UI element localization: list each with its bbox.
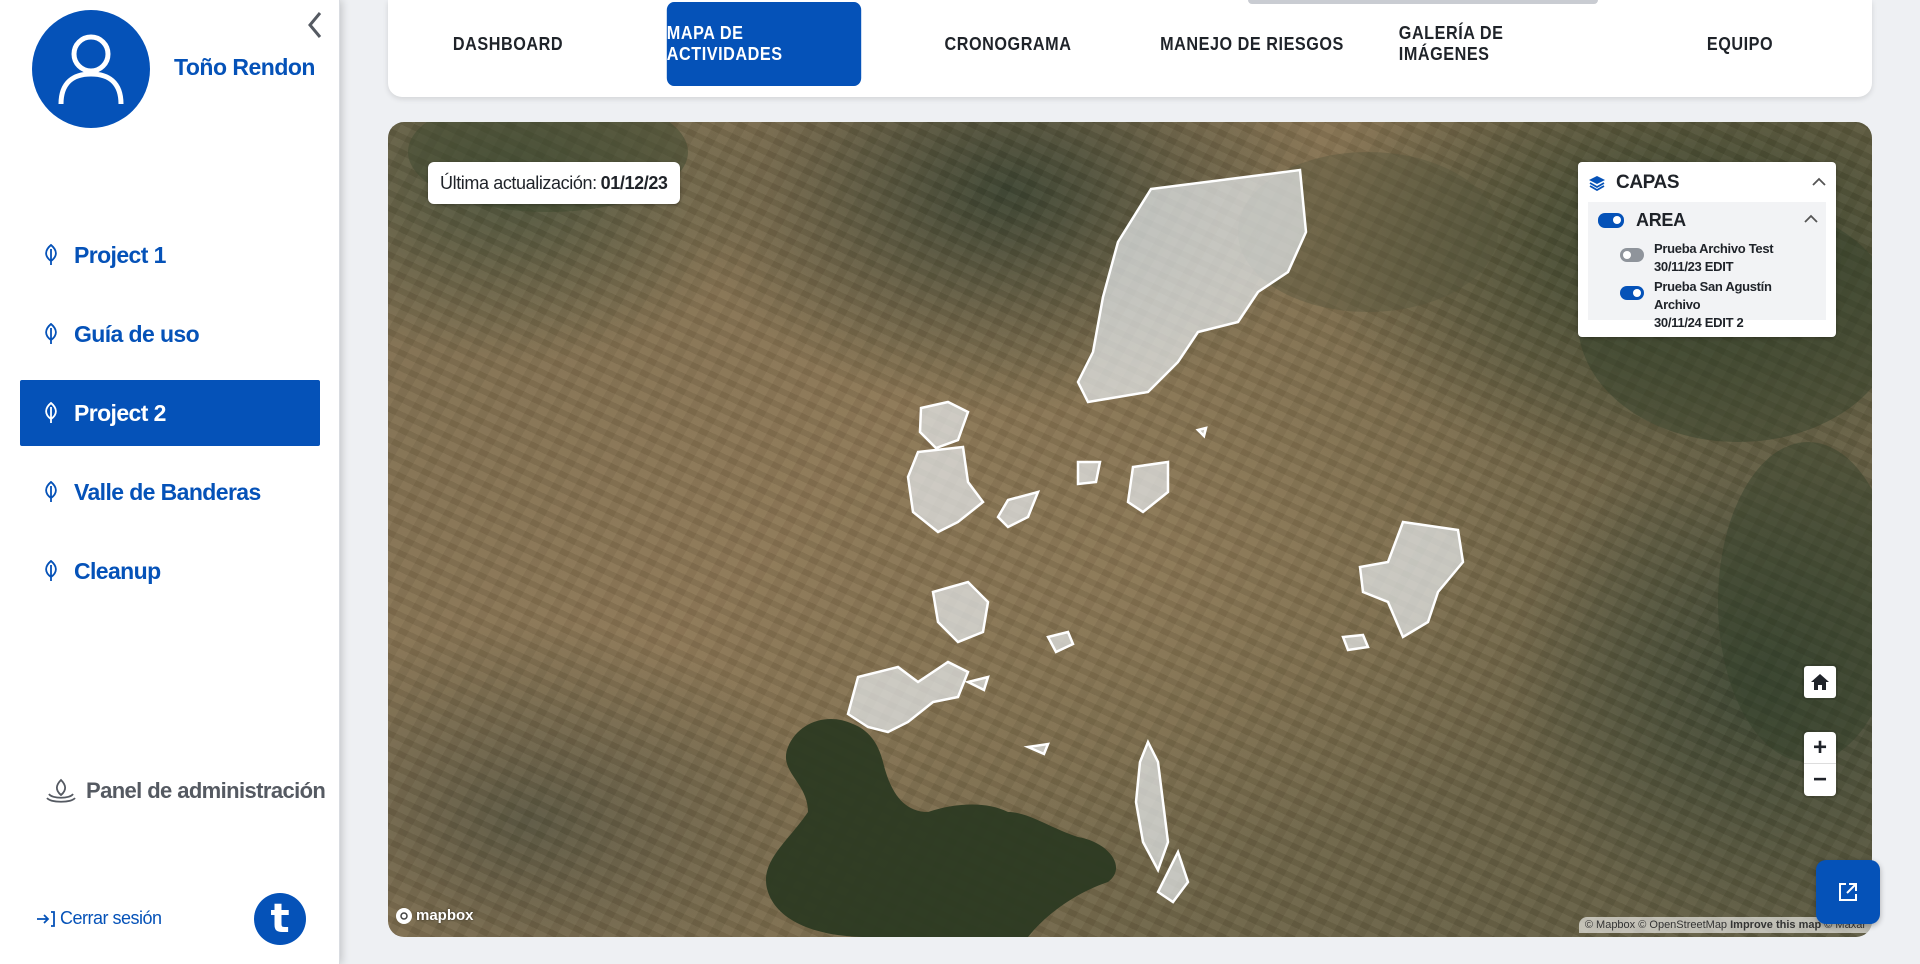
open-external-button[interactable]	[1816, 860, 1880, 924]
sidebar-item-valle-de-banderas[interactable]: Valle de Banderas	[20, 459, 320, 525]
polygon-small-3	[1023, 742, 1050, 756]
sidebar-item-label: Project 2	[74, 399, 166, 426]
area-group-header: AREA	[1598, 208, 1818, 232]
polygon-north-large	[1076, 168, 1308, 404]
layers-icon	[1589, 176, 1605, 191]
admin-icon	[46, 778, 76, 803]
tab-equipo[interactable]: EQUIPO	[1643, 2, 1837, 86]
layer-label: Prueba Archivo Test 30/11/23 EDIT	[1654, 240, 1774, 276]
admin-panel-link[interactable]: Panel de administración	[46, 778, 326, 804]
home-icon	[1811, 674, 1829, 690]
layers-title: CAPAS	[1616, 172, 1680, 193]
zoom-controls: + −	[1804, 732, 1836, 796]
area-group-toggle[interactable]	[1598, 212, 1624, 228]
layer-name: Prueba Archivo Test	[1654, 241, 1774, 256]
leaf-icon	[42, 480, 62, 504]
polygon-center-6	[931, 580, 990, 644]
sidebar-item-project-2[interactable]: Project 2	[20, 380, 320, 446]
tab-dashboard[interactable]: DASHBOARD	[411, 2, 605, 86]
attribution-improve[interactable]: Improve this map	[1730, 919, 1821, 931]
mapbox-logo[interactable]: mapbox	[396, 907, 474, 924]
tab-mapa-de-actividades[interactable]: MAPA DE ACTIVIDADES	[666, 2, 862, 86]
tab-bar: DASHBOARD MAPA DE ACTIVIDADES CRONOGRAMA…	[388, 0, 1872, 97]
layer-label: Prueba San Agustín Archivo 30/11/24 EDIT…	[1654, 278, 1818, 332]
sidebar-item-project-1[interactable]: Project 1	[20, 222, 320, 288]
layers-panel: CAPAS AREA Prueba Archivo Test 30/11/23 …	[1578, 162, 1836, 337]
zoom-in-button[interactable]: +	[1804, 732, 1836, 764]
tab-galeria-de-imagenes[interactable]: GALERÍA DE IMÁGENES	[1399, 2, 1593, 86]
polygon-southwest	[846, 660, 970, 734]
layer-item: Prueba San Agustín Archivo 30/11/24 EDIT…	[1598, 278, 1818, 332]
zoom-out-button[interactable]: −	[1804, 764, 1836, 796]
home-button[interactable]	[1804, 666, 1836, 698]
user-name: Toño Rendon	[174, 54, 315, 80]
layer-toggle[interactable]	[1620, 286, 1644, 300]
polygon-small-1	[1046, 630, 1075, 654]
lake	[766, 718, 1117, 937]
mapbox-logo-text: mapbox	[416, 907, 474, 924]
area-layer-group: AREA Prueba Archivo Test 30/11/23 EDIT P…	[1588, 202, 1826, 330]
chevron-up-icon[interactable]	[1804, 211, 1818, 229]
mapbox-icon	[396, 907, 412, 924]
sidebar-item-guia-de-uso[interactable]: Guía de uso	[20, 301, 320, 367]
leaf-icon	[42, 322, 62, 346]
sidebar: Toño Rendon Project 1 Guía de uso Projec…	[0, 0, 340, 964]
tab-cronograma[interactable]: CRONOGRAMA	[911, 2, 1105, 86]
layer-date: 30/11/24 EDIT 2	[1654, 315, 1744, 330]
attribution-osm[interactable]: © OpenStreetMap	[1638, 919, 1727, 931]
layer-name: Prueba San Agustín Archivo	[1654, 279, 1772, 312]
project-nav: Project 1 Guía de uso Project 2 Valle de…	[20, 222, 320, 617]
sidebar-item-label: Guía de uso	[74, 320, 200, 347]
activity-map[interactable]: Última actualización: 01/12/23 CAPAS ARE…	[388, 122, 1872, 937]
polygon-tiny	[1195, 426, 1208, 439]
area-group-title: AREA	[1636, 209, 1686, 230]
last-update-date: 01/12/23	[600, 172, 668, 193]
layer-item: Prueba Archivo Test 30/11/23 EDIT	[1598, 240, 1818, 276]
leaf-icon	[42, 401, 62, 425]
polygon-east-small	[1341, 633, 1370, 652]
polygon-small-2	[964, 675, 990, 692]
layers-header[interactable]: CAPAS	[1588, 170, 1826, 196]
layer-toggle[interactable]	[1620, 248, 1644, 262]
attribution-mapbox[interactable]: © Mapbox	[1585, 919, 1635, 931]
sidebar-item-label: Valle de Banderas	[74, 478, 261, 505]
polygon-center-1	[918, 400, 970, 450]
chevron-left-icon[interactable]	[300, 10, 330, 40]
chevron-up-icon[interactable]	[1812, 174, 1826, 192]
avatar[interactable]	[32, 10, 150, 128]
leaf-icon	[42, 559, 62, 583]
logout-link[interactable]: Cerrar sesión	[36, 908, 162, 929]
logout-icon	[37, 910, 55, 927]
logout-label: Cerrar sesión	[60, 908, 162, 928]
polygon-center-2	[906, 445, 985, 534]
polygon-east	[1358, 520, 1465, 639]
last-update-label: Última actualización:	[440, 172, 597, 193]
sidebar-item-cleanup[interactable]: Cleanup	[20, 538, 320, 604]
brand-logo: t	[254, 893, 306, 945]
sidebar-item-label: Project 1	[74, 241, 166, 268]
external-link-icon	[1839, 883, 1857, 901]
polygon-center-3	[996, 490, 1041, 529]
last-update-badge: Última actualización: 01/12/23	[428, 162, 680, 204]
tab-manejo-de-riesgos[interactable]: MANEJO DE RIESGOS	[1155, 2, 1349, 86]
user-icon	[58, 34, 124, 105]
leaf-icon	[42, 243, 62, 267]
polygon-center-4	[1076, 460, 1102, 486]
polygon-center-5	[1126, 460, 1170, 514]
polygon-south-strip	[1134, 738, 1170, 874]
admin-panel-label: Panel de administración	[86, 778, 326, 803]
sidebar-item-label: Cleanup	[74, 557, 161, 584]
layer-date: 30/11/23 EDIT	[1654, 259, 1734, 274]
